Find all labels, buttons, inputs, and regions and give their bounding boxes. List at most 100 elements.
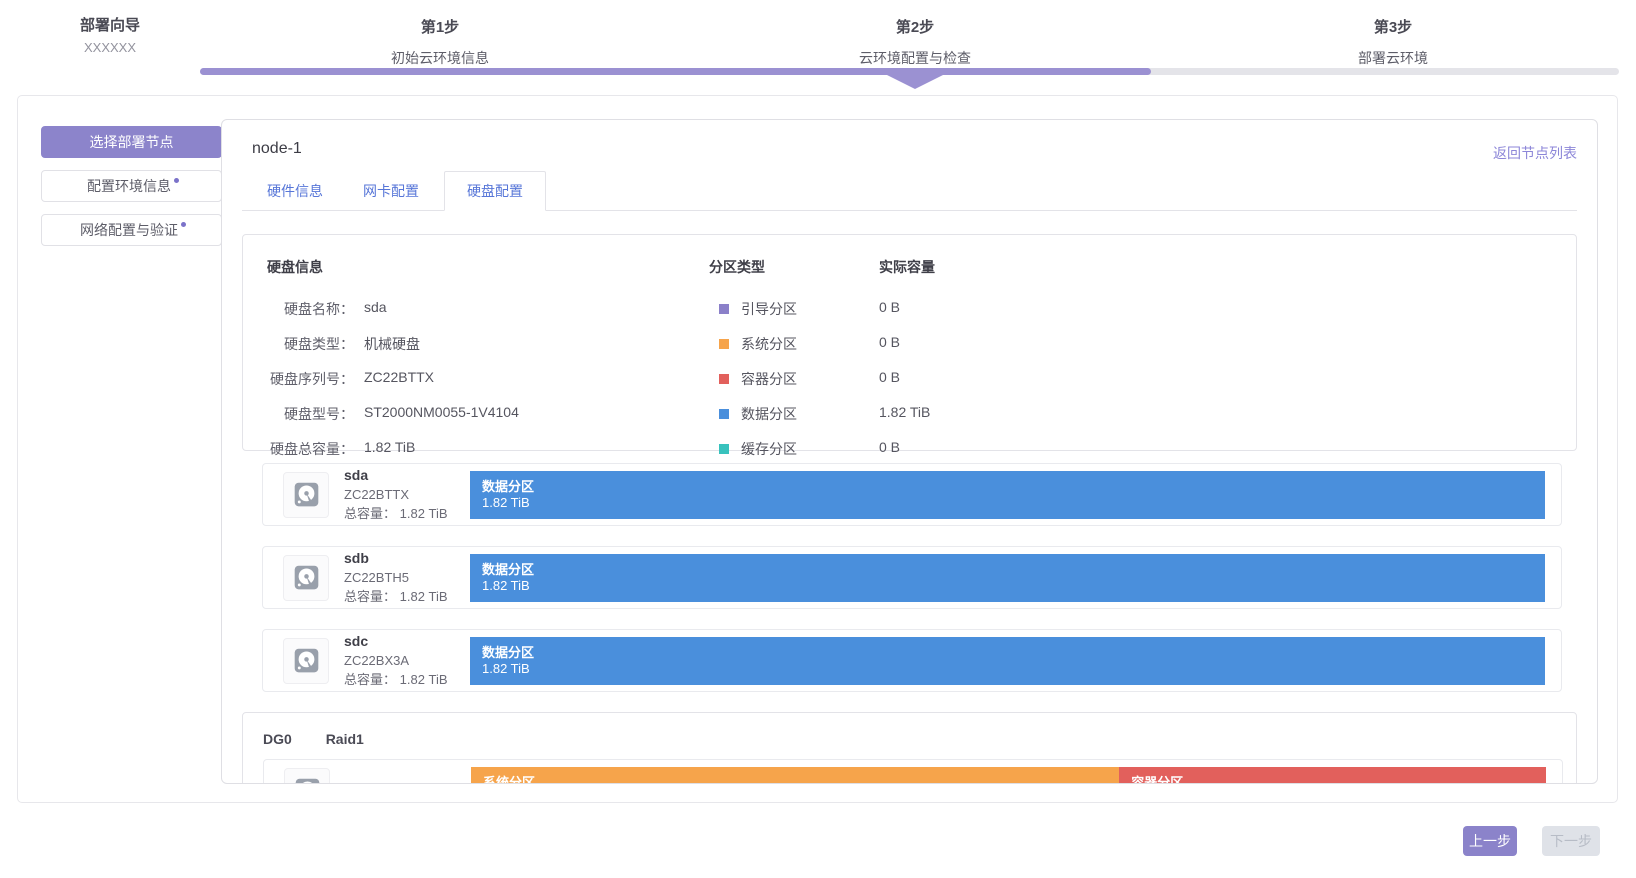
partition-legend: 数据分区 (709, 396, 879, 431)
disk-row-sda[interactable]: sda ZC22BTTX 总容量： 1.82 TiB 数据分区 1.82 TiB (262, 463, 1562, 526)
segment-label: 数据分区 (482, 479, 1545, 495)
disk-row-sdb[interactable]: sdb ZC22BTH5 总容量： 1.82 TiB 数据分区 1.82 TiB (262, 546, 1562, 609)
segment-size: 1.82 TiB (482, 578, 1545, 594)
segment-size: 1.82 TiB (482, 661, 1545, 677)
disk-meta: sda ZC22BTTX 总容量： 1.82 TiB (344, 467, 470, 522)
disk-capacity-label: 总容量： (344, 506, 396, 521)
partition-bar: 数据分区 1.82 TiB (470, 637, 1545, 685)
disk-serial: ZC22BTH5 (344, 569, 470, 586)
partition-label: 引导分区 (741, 299, 797, 319)
tab-nic-config[interactable]: 网卡配置 (348, 171, 434, 211)
step-3-label: 第3步 (1273, 16, 1513, 37)
segment-size: 1.82 TiB (482, 495, 1545, 511)
partition-legend: 引导分区 (709, 291, 879, 326)
back-to-node-list-link[interactable]: 返回节点列表 (1493, 143, 1577, 163)
raid-group-name: DG0 (263, 731, 292, 747)
partition-capacity: 1.82 TiB (879, 396, 1560, 431)
partition-label: 容器分区 (741, 369, 797, 389)
wizard-progress-fill (200, 68, 1151, 75)
field-value: 机械硬盘 (354, 326, 709, 361)
partition-label: 数据分区 (741, 404, 797, 424)
partition-capacity: 0 B (879, 361, 1560, 396)
disk-serial: ZC22BX3A (344, 652, 470, 669)
sidebar-item-label: 网络配置与验证 (80, 220, 178, 240)
legend-square-icon (719, 304, 729, 314)
partition-segment-data[interactable]: 数据分区 1.82 TiB (470, 471, 1545, 519)
disk-capacity-label: 总容量： (344, 672, 396, 687)
field-value: ZC22BTTX (354, 361, 709, 396)
disk-meta: sdb ZC22BTH5 总容量： 1.82 TiB (344, 550, 470, 605)
sidebar: 选择部署节点 配置环境信息 网络配置与验证 (41, 126, 222, 258)
partition-label: 系统分区 (741, 334, 797, 354)
notice-dot-icon (181, 222, 186, 227)
disk-info-title: 硬盘信息 (259, 257, 709, 291)
partition-capacity: 0 B (879, 431, 1560, 466)
partition-bar: 数据分区 1.82 TiB (470, 554, 1545, 602)
step-3-name: 部署云环境 (1273, 48, 1513, 68)
partition-label: 缓存分区 (741, 439, 797, 459)
field-label: 硬盘总容量： (259, 431, 354, 466)
wizard-progress-track (200, 68, 1619, 75)
disk-capacity: 总容量： 1.82 TiB (344, 671, 470, 688)
deploy-card: 选择部署节点 配置环境信息 网络配置与验证 node-1 返回节点列表 硬件信息… (17, 95, 1618, 803)
notice-dot-icon (174, 178, 179, 183)
legend-square-icon (719, 409, 729, 419)
disk-capacity: 总容量： 1.82 TiB (344, 505, 470, 522)
wizard-subtitle: XXXXXX (50, 40, 170, 55)
tab-hardware-info[interactable]: 硬件信息 (252, 171, 338, 211)
step-2-name: 云环境配置与检查 (795, 48, 1035, 68)
raid-group-dg0: DG0 Raid1 sdd (242, 712, 1577, 784)
segment-label: 数据分区 (482, 562, 1545, 578)
disk-capacity-value: 1.82 TiB (400, 589, 448, 604)
tab-bar: 硬件信息 网卡配置 硬盘配置 (242, 174, 1577, 211)
next-step-button[interactable]: 下一步 (1542, 826, 1600, 856)
disk-meta: sdd (345, 782, 471, 784)
disk-capacity-value: 1.82 TiB (400, 506, 448, 521)
field-label: 硬盘序列号： (259, 361, 354, 396)
disk-row-sdd[interactable]: sdd 系统分区 容器分区 (263, 759, 1563, 784)
field-value: 1.82 TiB (354, 431, 709, 466)
disk-name: sdb (344, 550, 470, 567)
actual-capacity-header: 实际容量 (879, 257, 1560, 291)
partition-legend: 容器分区 (709, 361, 879, 396)
sidebar-item-label: 配置环境信息 (87, 176, 171, 196)
tab-disk-config[interactable]: 硬盘配置 (444, 171, 546, 211)
segment-label: 数据分区 (482, 645, 1545, 661)
partition-segment-data[interactable]: 数据分区 1.82 TiB (470, 554, 1545, 602)
partition-bar: 数据分区 1.82 TiB (470, 471, 1545, 519)
raid-group-header: DG0 Raid1 (243, 731, 1576, 747)
current-step-arrow-icon (887, 75, 943, 89)
partition-segment-container[interactable]: 容器分区 (1119, 767, 1546, 785)
sidebar-item-select-deploy-node[interactable]: 选择部署节点 (41, 126, 222, 158)
disk-name: sdc (344, 633, 470, 650)
disk-name: sda (344, 467, 470, 484)
sidebar-item-network-config-verify[interactable]: 网络配置与验证 (41, 214, 222, 246)
partition-type-header: 分区类型 (709, 257, 879, 291)
previous-step-button[interactable]: 上一步 (1463, 826, 1517, 856)
partition-capacity: 0 B (879, 326, 1560, 361)
wizard-step-2: 第2步 云环境配置与检查 (795, 16, 1035, 68)
sidebar-item-label: 选择部署节点 (90, 132, 174, 152)
field-value: sda (354, 291, 709, 326)
disk-capacity-value: 1.82 TiB (400, 672, 448, 687)
hard-disk-icon (283, 638, 329, 684)
wizard-header: 部署向导 XXXXXX 第1步 初始云环境信息 第2步 云环境配置与检查 第3步… (0, 0, 1636, 95)
disk-capacity-label: 总容量： (344, 589, 396, 604)
disk-row-sdc[interactable]: sdc ZC22BX3A 总容量： 1.82 TiB 数据分区 1.82 TiB (262, 629, 1562, 692)
disk-meta: sdc ZC22BX3A 总容量： 1.82 TiB (344, 633, 470, 688)
partition-segment-system[interactable]: 系统分区 (471, 767, 1119, 785)
field-label: 硬盘类型： (259, 326, 354, 361)
partition-legend: 系统分区 (709, 326, 879, 361)
legend-square-icon (719, 339, 729, 349)
field-label: 硬盘型号： (259, 396, 354, 431)
partition-segment-data[interactable]: 数据分区 1.82 TiB (470, 637, 1545, 685)
hard-disk-icon (284, 768, 330, 785)
step-2-label: 第2步 (795, 16, 1035, 37)
partition-bar: 系统分区 容器分区 (471, 767, 1546, 785)
sidebar-item-config-env-info[interactable]: 配置环境信息 (41, 170, 222, 202)
partition-capacity: 0 B (879, 291, 1560, 326)
field-value: ST2000NM0055-1V4104 (354, 396, 709, 431)
disk-name: sdd (345, 782, 471, 784)
disk-info-box: 硬盘信息 分区类型 实际容量 硬盘名称： sda 引导分区 0 B 硬盘类型： (242, 234, 1577, 451)
segment-label: 容器分区 (1131, 775, 1546, 785)
